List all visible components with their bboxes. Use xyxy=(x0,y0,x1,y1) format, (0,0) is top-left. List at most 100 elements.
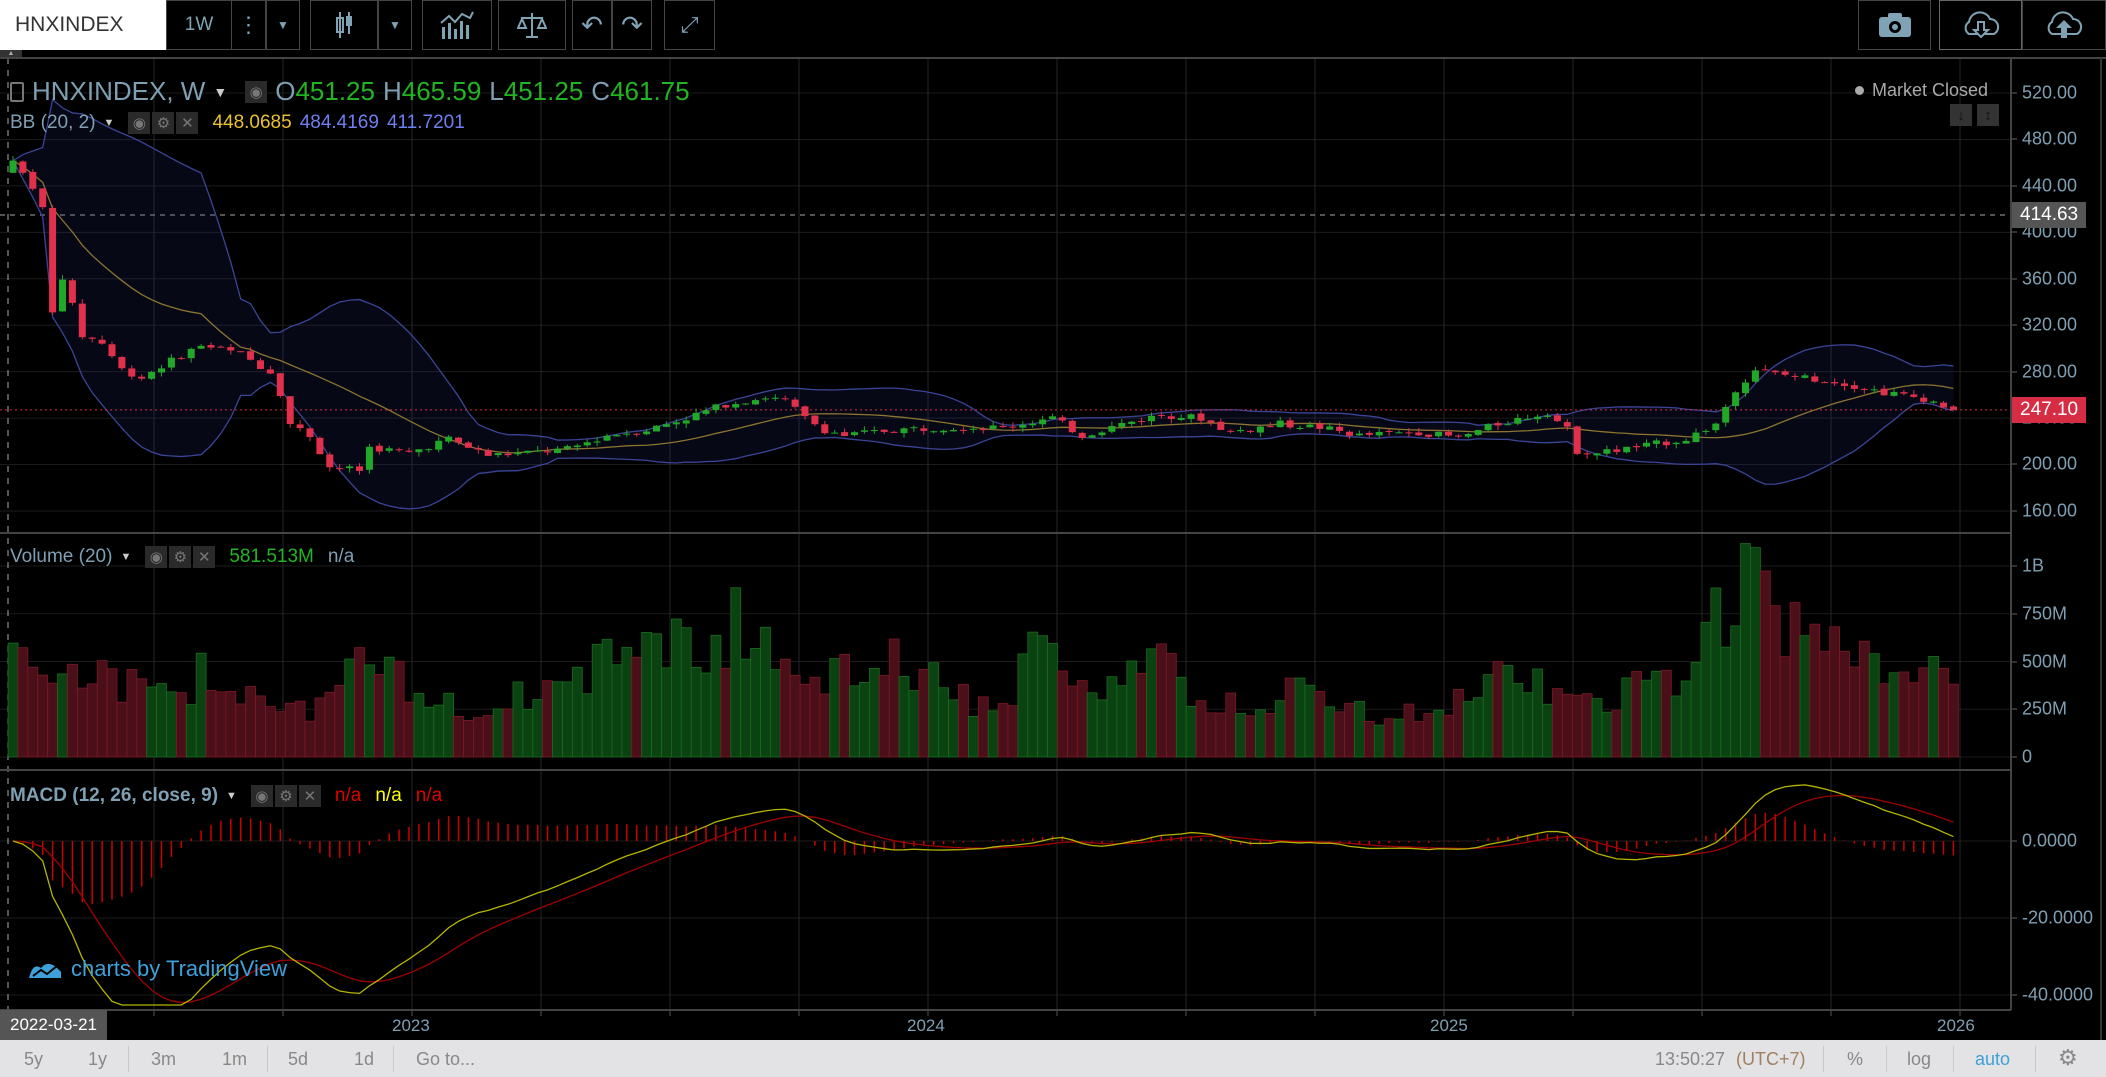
volume-bar xyxy=(562,681,573,758)
volume-bar xyxy=(1146,648,1157,758)
volume-bar xyxy=(1532,668,1543,758)
volume-bar xyxy=(522,708,534,758)
timezone-button[interactable]: (UTC+7) xyxy=(1736,1049,1806,1070)
volume-bar xyxy=(116,701,128,758)
volume-bar xyxy=(1700,621,1712,758)
auto-scale-toggle[interactable]: auto xyxy=(1975,1049,2010,1070)
candle-body xyxy=(1306,424,1314,428)
volume-bar xyxy=(215,691,227,758)
year-label: 2025 xyxy=(1430,1016,1468,1035)
candle-body xyxy=(1761,369,1769,371)
price-tick: 360.00 xyxy=(2022,268,2078,289)
range-1y-button[interactable]: 1y xyxy=(88,1049,107,1070)
range-1d-button[interactable]: 1d xyxy=(354,1049,374,1070)
right-border xyxy=(2100,58,2102,1040)
volume-bar xyxy=(1453,689,1464,758)
volume-bar xyxy=(1096,699,1108,758)
volume-bar xyxy=(552,681,563,758)
volume-bar xyxy=(195,652,207,758)
volume-bar xyxy=(156,683,167,758)
bb-menu-chevron-icon[interactable]: ▼ xyxy=(104,117,115,129)
volume-bar xyxy=(581,693,593,758)
macd-eye-icon[interactable]: ◉ xyxy=(250,785,273,807)
year-label: 2024 xyxy=(907,1016,945,1035)
macd-settings-gear-icon[interactable]: ⚙ xyxy=(274,785,297,807)
resize-vertical-icon[interactable]: ↕ xyxy=(1977,104,1999,126)
goto-date-button[interactable]: Go to... xyxy=(416,1049,475,1070)
volume-bar xyxy=(175,692,187,758)
pane-divider-price-volume[interactable] xyxy=(0,532,2011,534)
candle-body xyxy=(494,453,502,456)
volume-remove-close-icon[interactable]: ✕ xyxy=(193,546,216,568)
candle-body xyxy=(118,357,126,369)
symbol-menu-chevron-icon[interactable]: ▼ xyxy=(213,84,227,100)
volume-bar xyxy=(77,687,88,758)
pane-divider-volume-macd[interactable] xyxy=(0,769,2011,771)
collapse-legend-icon[interactable] xyxy=(10,81,24,102)
range-1m-button[interactable]: 1m xyxy=(222,1049,247,1070)
volume-bar xyxy=(1769,605,1781,758)
candle-body xyxy=(1058,417,1066,421)
volume-bar xyxy=(671,618,682,758)
candle-body xyxy=(1029,423,1037,426)
volume-bar xyxy=(1839,650,1850,758)
candle-body xyxy=(880,429,888,432)
bottom-toolbar: 5y 1y 3m 1m 5d 1d Go to... 13:50:27 (UTC… xyxy=(0,1040,2106,1077)
candle-body xyxy=(1445,431,1452,436)
candle-body xyxy=(752,400,759,405)
year-label: 2023 xyxy=(392,1016,430,1035)
candle-body xyxy=(1652,440,1660,444)
chart-canvas[interactable] xyxy=(0,0,2106,1077)
tradingview-watermark[interactable]: charts by TradingView xyxy=(27,956,287,982)
volume-bar xyxy=(1750,547,1761,758)
candle-body xyxy=(197,345,205,349)
scroll-down-arrow-icon[interactable]: ↓ xyxy=(1950,104,1972,126)
macd-menu-chevron-icon[interactable]: ▼ xyxy=(226,790,237,802)
volume-title[interactable]: Volume (20) xyxy=(10,546,112,568)
candle-body xyxy=(1049,416,1056,420)
candle-body xyxy=(1365,432,1373,435)
candle-body xyxy=(1850,385,1858,389)
bb-settings-gear-icon[interactable]: ⚙ xyxy=(152,112,175,134)
volume-bar xyxy=(532,699,544,758)
macd-remove-close-icon[interactable]: ✕ xyxy=(298,785,321,807)
volume-bar xyxy=(294,700,306,758)
log-scale-toggle[interactable]: log xyxy=(1907,1049,1931,1070)
volume-bar xyxy=(1433,709,1444,758)
volume-bar xyxy=(146,686,157,758)
volume-bar xyxy=(393,660,405,758)
volume-bar xyxy=(17,647,29,758)
settings-gear-icon[interactable]: ⚙ xyxy=(2058,1045,2078,1071)
bb-eye-icon[interactable]: ◉ xyxy=(128,112,151,134)
volume-bar xyxy=(1383,718,1395,758)
volume-eye-icon[interactable]: ◉ xyxy=(145,546,168,568)
volume-bar xyxy=(1265,712,1276,758)
candle-body xyxy=(771,397,779,399)
volume-menu-chevron-icon[interactable]: ▼ xyxy=(120,551,131,563)
bb-remove-close-icon[interactable]: ✕ xyxy=(176,112,199,134)
symbol-title[interactable]: HNXINDEX, W xyxy=(32,76,205,107)
percent-scale-toggle[interactable]: % xyxy=(1847,1049,1863,1070)
volume-bar xyxy=(136,678,148,758)
candle-body xyxy=(791,399,799,407)
volume-settings-gear-icon[interactable]: ⚙ xyxy=(169,546,192,568)
volume-bar xyxy=(86,683,98,758)
visibility-eye-icon[interactable]: ◉ xyxy=(245,80,268,103)
candle-body xyxy=(1474,430,1482,435)
range-5y-button[interactable]: 5y xyxy=(24,1049,43,1070)
bb-title[interactable]: BB (20, 2) xyxy=(10,112,96,134)
macd-title[interactable]: MACD (12, 26, close, 9) xyxy=(10,785,218,807)
open-value: 451.25 xyxy=(295,76,375,106)
candle-body xyxy=(296,424,304,429)
range-3m-button[interactable]: 3m xyxy=(151,1049,176,1070)
volume-bar xyxy=(502,708,514,758)
volume-bar xyxy=(1403,703,1415,758)
candle-body xyxy=(1712,423,1720,431)
range-5d-button[interactable]: 5d xyxy=(288,1049,308,1070)
volume-bar xyxy=(621,647,633,758)
macd-legend: MACD (12, 26, close, 9) ▼ ◉ ⚙ ✕ n/a n/a n/… xyxy=(10,785,442,807)
volume-bar xyxy=(1591,698,1603,758)
volume-bar xyxy=(1601,711,1613,758)
volume-bar xyxy=(1215,712,1227,758)
candle-body xyxy=(1128,421,1136,424)
